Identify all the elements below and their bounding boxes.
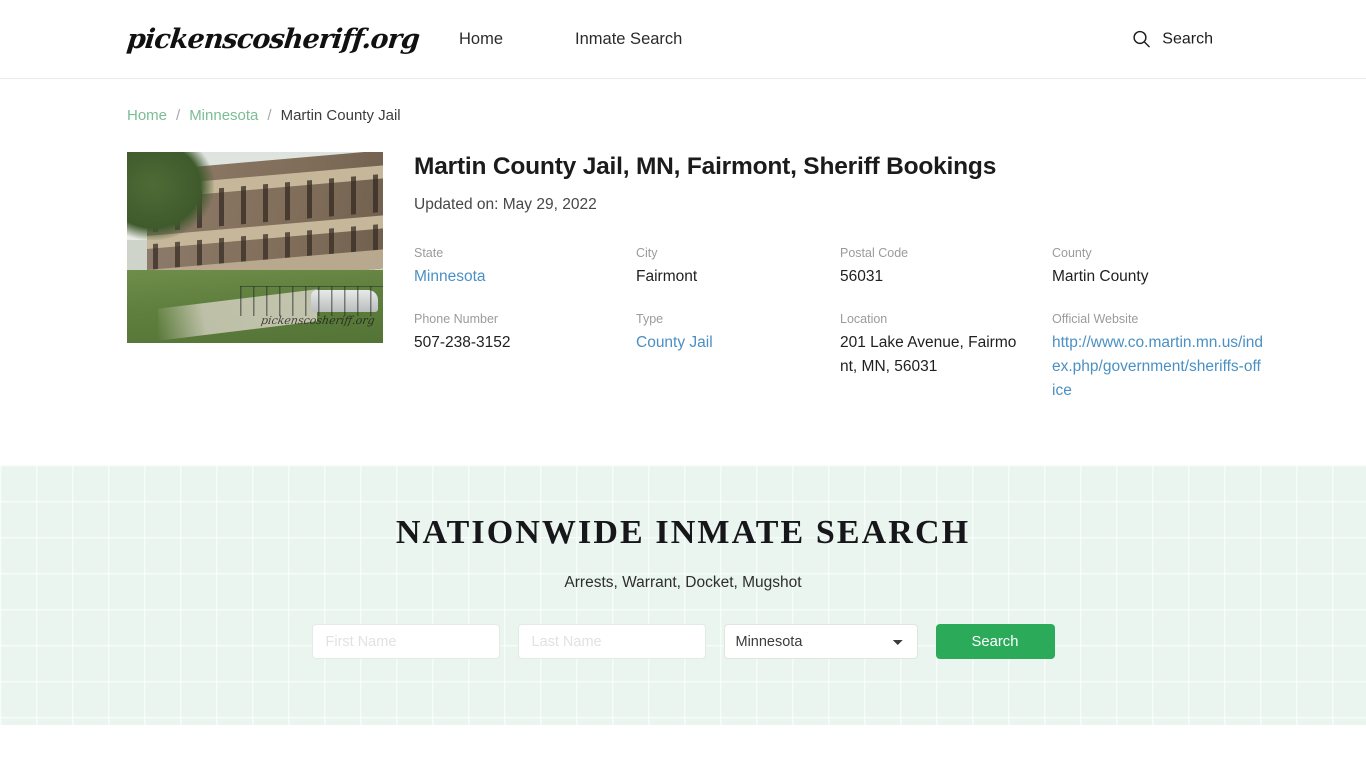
header-search-label: Search bbox=[1162, 30, 1213, 47]
site-logo[interactable]: pickenscosheriff.org bbox=[125, 24, 420, 55]
info-field-location: Location 201 Lake Avenue, Fairmont, MN, … bbox=[840, 311, 1052, 403]
photo-watermark: pickenscosheriff.org bbox=[260, 314, 376, 327]
search-band-subtitle: Arrests, Warrant, Docket, Mugshot bbox=[564, 574, 802, 591]
updated-date: Updated on: May 29, 2022 bbox=[414, 196, 597, 214]
info-value-location: 201 Lake Avenue, Fairmont, MN, 56031 bbox=[840, 334, 1017, 376]
info-value-state[interactable]: Minnesota bbox=[414, 268, 486, 285]
info-field-county: County Martin County bbox=[1052, 245, 1264, 289]
page-title: Martin County Jail, MN, Fairmont, Sherif… bbox=[414, 153, 997, 180]
info-field-official-website: Official Website http://www.co.martin.mn… bbox=[1052, 311, 1264, 403]
info-grid: State Minnesota City Fairmont Postal Cod… bbox=[414, 245, 1264, 403]
info-label: Phone Number bbox=[414, 312, 499, 327]
info-label: City bbox=[636, 246, 658, 261]
search-icon bbox=[1133, 30, 1151, 48]
breadcrumb: Home / Minnesota / Martin County Jail bbox=[127, 79, 1366, 124]
info-value-postal-code: 56031 bbox=[840, 268, 884, 286]
info-label: State bbox=[414, 246, 444, 261]
breadcrumb-separator: / bbox=[176, 107, 181, 124]
last-name-input[interactable] bbox=[517, 624, 706, 659]
first-name-input[interactable] bbox=[311, 624, 500, 659]
nav-item-inmate-search[interactable]: Inmate Search bbox=[575, 24, 682, 55]
header-search-toggle[interactable]: Search bbox=[1132, 30, 1213, 49]
info-field-phone-number: Phone Number 507-238-3152 bbox=[414, 311, 636, 403]
inmate-search-form: Minnesota Search bbox=[0, 624, 1366, 659]
breadcrumb-item-minnesota[interactable]: Minnesota bbox=[189, 107, 258, 124]
search-band-title: NATIONWIDE INMATE SEARCH bbox=[395, 514, 971, 551]
jail-details: Martin County Jail, MN, Fairmont, Sherif… bbox=[414, 152, 1264, 403]
main-content: pickenscosheriff.org Martin County Jail,… bbox=[127, 152, 1366, 403]
info-field-type: Type County Jail bbox=[636, 311, 840, 403]
info-value-county: Martin County bbox=[1052, 268, 1149, 286]
info-field-city: City Fairmont bbox=[636, 245, 840, 289]
info-label: Type bbox=[636, 312, 664, 327]
info-label: Postal Code bbox=[840, 246, 909, 261]
breadcrumb-separator: / bbox=[267, 107, 272, 124]
info-label: County bbox=[1052, 246, 1092, 261]
photo-tree bbox=[127, 152, 215, 240]
info-label: Official Website bbox=[1052, 312, 1139, 327]
main-navigation: Home Inmate Search bbox=[459, 24, 682, 55]
breadcrumb-item-current: Martin County Jail bbox=[280, 107, 401, 124]
photo-fence bbox=[239, 285, 383, 317]
breadcrumb-item-home[interactable]: Home bbox=[127, 107, 167, 124]
info-field-postal-code: Postal Code 56031 bbox=[840, 245, 1052, 289]
info-label: Location bbox=[840, 312, 888, 327]
info-value-official-website[interactable]: http://www.co.martin.mn.us/index.php/gov… bbox=[1052, 334, 1263, 399]
state-select[interactable]: Minnesota bbox=[723, 624, 918, 659]
info-field-state: State Minnesota bbox=[414, 245, 636, 289]
info-value-phone-number: 507-238-3152 bbox=[414, 334, 511, 352]
search-submit-button[interactable]: Search bbox=[935, 624, 1055, 659]
jail-photo: pickenscosheriff.org bbox=[127, 152, 383, 343]
nationwide-inmate-search-section: NATIONWIDE INMATE SEARCH Arrests, Warran… bbox=[0, 465, 1366, 725]
info-value-city: Fairmont bbox=[636, 268, 698, 286]
nav-item-home[interactable]: Home bbox=[459, 24, 503, 55]
info-value-type[interactable]: County Jail bbox=[636, 334, 713, 351]
site-header: pickenscosheriff.org Home Inmate Search … bbox=[0, 0, 1366, 79]
